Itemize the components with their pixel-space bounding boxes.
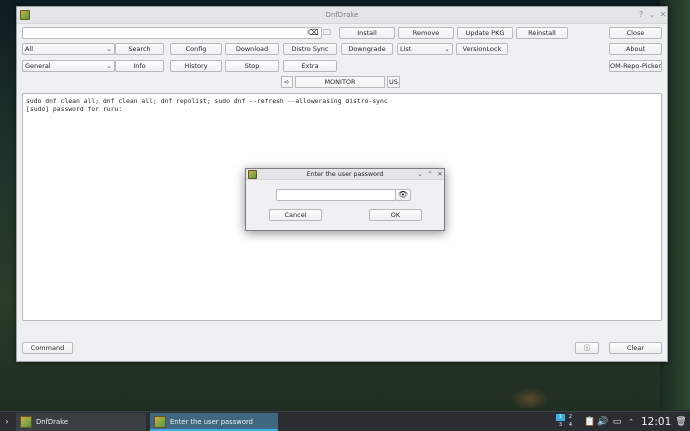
- filter-select[interactable]: All ⌄: [22, 43, 115, 55]
- close-window-icon[interactable]: ✕: [658, 10, 668, 20]
- desktop-1[interactable]: 1: [556, 414, 565, 421]
- pin-icon[interactable]: ➪: [281, 76, 293, 88]
- display-icon[interactable]: ▭: [611, 414, 623, 430]
- monitor-label: MONITOR: [295, 76, 385, 88]
- minimize-icon[interactable]: ⌄: [416, 170, 424, 179]
- virtual-desktop-pager[interactable]: 1 2 3 4: [556, 414, 576, 430]
- password-dialog: Enter the user password ⌄ ⌃ ✕ 👁 Cancel O…: [245, 168, 445, 231]
- versionlock-button[interactable]: VersionLock: [456, 43, 508, 55]
- window-title: DnfDrake: [325, 11, 359, 19]
- wallpaper-decoration: [510, 388, 550, 410]
- distro-sync-button[interactable]: Distro Sync: [283, 43, 337, 55]
- downgrade-button[interactable]: Downgrade: [341, 43, 393, 55]
- desktop-2[interactable]: 2: [566, 414, 575, 421]
- password-field[interactable]: [276, 189, 396, 201]
- group-select[interactable]: General ⌄: [22, 60, 115, 72]
- dnfdrake-app-icon: [154, 416, 166, 428]
- trash-icon[interactable]: 🗑: [675, 414, 687, 430]
- taskbar-task-dnfdrake[interactable]: DnfDrake: [16, 413, 146, 431]
- close-dialog-icon[interactable]: ✕: [436, 170, 444, 179]
- clear-button[interactable]: Clear: [609, 342, 662, 354]
- info-button[interactable]: Info: [115, 60, 164, 72]
- volume-icon[interactable]: 🔊: [597, 414, 608, 430]
- application-launcher-icon[interactable]: ›: [2, 414, 12, 430]
- window-titlebar[interactable]: DnfDrake ? ⌄ ✕: [17, 7, 667, 24]
- install-button[interactable]: Install: [339, 27, 395, 39]
- desktop-3[interactable]: 3: [556, 422, 565, 429]
- chevron-down-icon: ⌄: [106, 62, 112, 70]
- chevron-down-icon: ⌄: [106, 45, 112, 53]
- minimize-icon[interactable]: ⌄: [647, 10, 657, 20]
- tray-expand-icon[interactable]: ⌃: [626, 414, 636, 430]
- clock[interactable]: 12:01: [641, 413, 671, 431]
- package-search-input[interactable]: [22, 27, 322, 39]
- about-button[interactable]: About: [609, 43, 662, 55]
- clipboard-icon[interactable]: 📋: [584, 414, 595, 430]
- filter-select-value: All: [25, 45, 34, 53]
- reinstall-button[interactable]: Reinstall: [516, 27, 568, 39]
- ok-button[interactable]: OK: [369, 209, 422, 221]
- taskbar: › DnfDrake Enter the user password 1 2 3…: [0, 411, 690, 431]
- taskbar-task-password-dialog[interactable]: Enter the user password: [150, 413, 278, 431]
- clear-input-icon[interactable]: ⌫: [307, 27, 319, 39]
- list-select-value: List: [400, 45, 412, 53]
- om-repo-picker-button[interactable]: OM-Repo-Picker: [609, 60, 662, 72]
- group-select-value: General: [25, 62, 51, 70]
- output-line: sudo dnf clean all; dnf clean all; dnf r…: [26, 97, 388, 105]
- cancel-button[interactable]: Cancel: [269, 209, 322, 221]
- task-label: Enter the user password: [170, 418, 253, 426]
- info-circle-icon[interactable]: ⓘ: [575, 342, 599, 354]
- config-button[interactable]: Config: [170, 43, 222, 55]
- keep-above-icon[interactable]: ?: [636, 10, 646, 20]
- maximize-icon[interactable]: ⌃: [426, 170, 434, 179]
- dialog-titlebar[interactable]: Enter the user password ⌄ ⌃ ✕: [246, 169, 444, 180]
- dialog-title: Enter the user password: [306, 171, 384, 178]
- task-label: DnfDrake: [36, 418, 69, 426]
- search-button[interactable]: Search: [115, 43, 164, 55]
- remove-button[interactable]: Remove: [398, 27, 454, 39]
- keyboard-layout-label[interactable]: US: [387, 76, 400, 88]
- desktop-4[interactable]: 4: [566, 422, 575, 429]
- stop-button[interactable]: Stop: [225, 60, 279, 72]
- download-button[interactable]: Download: [225, 43, 279, 55]
- extra-button[interactable]: Extra: [283, 60, 337, 72]
- open-file-icon[interactable]: 🗀: [321, 27, 333, 39]
- close-button[interactable]: Close: [609, 27, 662, 39]
- command-button[interactable]: Command: [22, 342, 73, 354]
- list-select[interactable]: List ⌄: [397, 43, 453, 55]
- output-line: [sudo] password for ruru:: [26, 105, 123, 113]
- update-pkg-button[interactable]: Update PKG: [457, 27, 513, 39]
- history-button[interactable]: History: [170, 60, 222, 72]
- show-password-eye-icon[interactable]: 👁: [395, 189, 411, 201]
- chevron-down-icon: ⌄: [444, 45, 450, 53]
- dnfdrake-app-icon: [20, 416, 32, 428]
